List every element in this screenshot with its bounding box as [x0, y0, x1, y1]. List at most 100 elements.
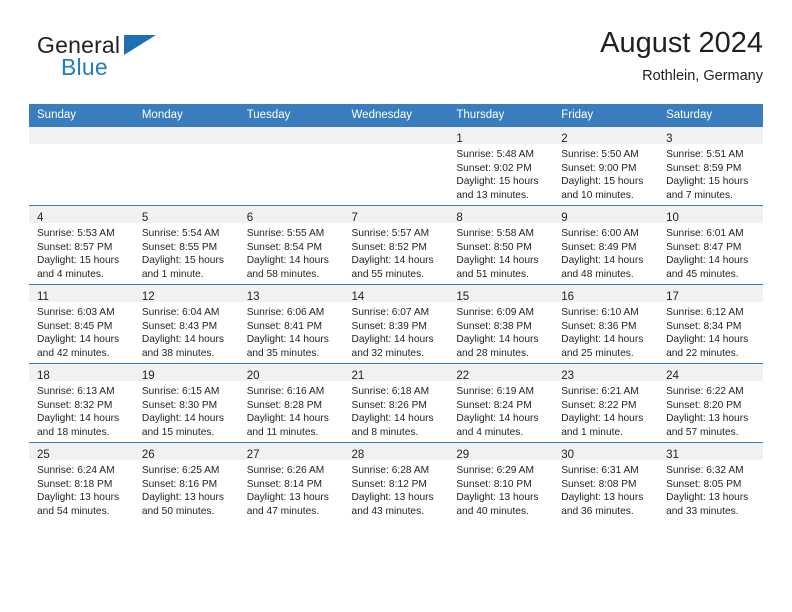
sunrise-text: Sunrise: 6:03 AM — [37, 307, 115, 318]
calendar-day-cell[interactable]: 9 Sunrise: 6:00 AM Sunset: 8:49 PM Daylight… — [553, 205, 659, 285]
calendar-day-cell[interactable]: 16 Sunrise: 6:10 AM Sunset: 8:36 PM Dayligh… — [553, 284, 659, 364]
day-cell-inner: 1 Sunrise: 5:48 AM Sunset: 9:02 PM Daylight… — [448, 127, 554, 205]
day-number: 26 — [141, 449, 155, 461]
calendar-day-cell-empty — [343, 126, 449, 206]
calendar-day-cell[interactable]: 8 Sunrise: 5:58 AM Sunset: 8:50 PM Daylight… — [448, 205, 554, 285]
day-number: 18 — [37, 370, 50, 382]
day-number: 13 — [246, 291, 260, 303]
sunrise-text: Sunrise: 6:12 AM — [666, 307, 744, 318]
calendar-day-cell[interactable]: 24 Sunrise: 6:22 AM Sunset: 8:20 PM Dayligh… — [658, 363, 763, 443]
calendar-day-cell[interactable]: 31 Sunrise: 6:32 AM Sunset: 8:05 PM Dayligh… — [658, 442, 763, 521]
sunset-text: Sunset: 8:18 PM — [37, 478, 113, 490]
calendar-day-cell[interactable]: 14 Sunrise: 6:07 AM Sunset: 8:39 PM Dayligh… — [343, 284, 449, 364]
day-cell-details: Sunrise: 5:55 AM Sunset: 8:54 PM Daylight:… — [239, 223, 344, 281]
calendar-day-cell[interactable]: 5 Sunrise: 5:54 AM Sunset: 8:55 PM Daylight… — [133, 205, 239, 285]
calendar-day-cell[interactable]: 6 Sunrise: 5:55 AM Sunset: 8:54 PM Daylight… — [238, 205, 344, 285]
sunrise-text: Sunrise: 5:58 AM — [456, 228, 534, 239]
sunrise-text: Sunrise: 5:57 AM — [351, 228, 430, 239]
day-number: 20 — [246, 370, 260, 382]
day-number: 21 — [351, 370, 365, 382]
calendar-day-cell[interactable]: 20 Sunrise: 6:16 AM Sunset: 8:28 PM Dayligh… — [238, 363, 344, 443]
daylight-text-line2: and 8 minutes. — [351, 426, 419, 438]
daylight-text-line1: Daylight: 13 hours — [666, 492, 749, 504]
day-number: 2 — [561, 133, 568, 145]
calendar-day-cell[interactable]: 1 Sunrise: 5:48 AM Sunset: 9:02 PM Daylight… — [448, 126, 554, 206]
day-cell-inner — [343, 127, 449, 205]
daylight-text-line1: Daylight: 15 hours — [666, 176, 749, 188]
daylight-text-line2: and 22 minutes. — [666, 347, 739, 359]
day-number-strip: 8 — [448, 206, 554, 224]
daylight-text-line2: and 42 minutes. — [37, 347, 110, 359]
sunset-text: Sunset: 8:30 PM — [141, 399, 218, 411]
sunset-text: Sunset: 8:36 PM — [561, 320, 637, 332]
calendar-day-cell[interactable]: 12 Sunrise: 6:04 AM Sunset: 8:43 PM Dayligh… — [133, 284, 239, 364]
calendar-day-cell[interactable]: 27 Sunrise: 6:26 AM Sunset: 8:14 PM Dayligh… — [238, 442, 344, 521]
weekday-header-tuesday: Tuesday — [238, 104, 344, 127]
calendar-day-cell[interactable]: 19 Sunrise: 6:15 AM Sunset: 8:30 PM Dayligh… — [133, 363, 239, 443]
calendar-day-cell[interactable]: 17 Sunrise: 6:12 AM Sunset: 8:34 PM Dayligh… — [658, 284, 763, 364]
weekday-header-thursday: Thursday — [448, 104, 554, 127]
daylight-text-line2: and 38 minutes. — [141, 347, 215, 359]
sunset-text: Sunset: 8:52 PM — [351, 241, 427, 253]
sunset-text: Sunset: 8:05 PM — [666, 478, 742, 490]
day-number-strip — [29, 127, 134, 144]
daylight-text-line2: and 55 minutes. — [351, 268, 425, 280]
day-cell-inner: 18 Sunrise: 6:13 AM Sunset: 8:32 PM Dayligh… — [29, 364, 134, 442]
calendar-day-cell[interactable]: 21 Sunrise: 6:18 AM Sunset: 8:26 PM Dayligh… — [343, 363, 449, 443]
calendar-day-cell[interactable]: 3 Sunrise: 5:51 AM Sunset: 8:59 PM Daylight… — [658, 126, 763, 206]
calendar-day-cell[interactable]: 4 Sunrise: 5:53 AM Sunset: 8:57 PM Daylight… — [29, 205, 134, 285]
day-number: 9 — [561, 212, 568, 224]
day-number-strip: 5 — [133, 206, 239, 224]
day-cell-inner: 16 Sunrise: 6:10 AM Sunset: 8:36 PM Dayligh… — [553, 285, 659, 363]
sunset-text: Sunset: 8:59 PM — [666, 162, 742, 174]
sunset-text: Sunset: 8:43 PM — [141, 320, 218, 332]
calendar-day-cell[interactable]: 13 Sunrise: 6:06 AM Sunset: 8:41 PM Dayligh… — [238, 284, 344, 364]
day-cell-inner: 5 Sunrise: 5:54 AM Sunset: 8:55 PM Daylight… — [133, 206, 239, 284]
day-cell-inner: 10 Sunrise: 6:01 AM Sunset: 8:47 PM Dayligh… — [658, 206, 763, 284]
calendar-day-cell[interactable]: 25 Sunrise: 6:24 AM Sunset: 8:18 PM Dayligh… — [29, 442, 134, 521]
day-number: 8 — [456, 212, 463, 224]
day-number: 15 — [456, 291, 470, 303]
calendar-day-cell[interactable]: 30 Sunrise: 6:31 AM Sunset: 8:08 PM Dayligh… — [553, 442, 659, 521]
sunset-text: Sunset: 8:49 PM — [561, 241, 637, 253]
day-cell-inner: 24 Sunrise: 6:22 AM Sunset: 8:20 PM Dayligh… — [658, 364, 763, 442]
sunset-text: Sunset: 8:47 PM — [666, 241, 742, 253]
daylight-text-line2: and 4 minutes. — [456, 426, 524, 438]
daylight-text-line2: and 28 minutes. — [456, 347, 529, 359]
calendar-week-row: 25 Sunrise: 6:24 AM Sunset: 8:18 PM Dayligh… — [29, 442, 763, 521]
day-cell-details: Sunrise: 6:09 AM Sunset: 8:38 PM Daylight:… — [448, 302, 553, 360]
day-cell-details: Sunrise: 6:16 AM Sunset: 8:28 PM Daylight:… — [239, 381, 344, 439]
day-number-strip: 30 — [553, 443, 659, 461]
calendar-day-cell[interactable]: 10 Sunrise: 6:01 AM Sunset: 8:47 PM Dayligh… — [658, 205, 763, 285]
calendar-day-cell[interactable]: 29 Sunrise: 6:29 AM Sunset: 8:10 PM Dayligh… — [448, 442, 554, 521]
daylight-text-line1: Daylight: 15 hours — [37, 255, 120, 267]
day-number: 5 — [141, 212, 149, 224]
sunrise-text: Sunrise: 5:55 AM — [246, 228, 325, 239]
day-cell-details: Sunrise: 6:13 AM Sunset: 8:32 PM Daylight:… — [29, 381, 134, 439]
general-blue-logo[interactable]: General Blue — [29, 32, 249, 94]
day-number-strip: 18 — [29, 364, 134, 382]
day-cell-inner: 2 Sunrise: 5:50 AM Sunset: 9:00 PM Daylight… — [553, 127, 659, 205]
day-cell-inner: 22 Sunrise: 6:19 AM Sunset: 8:24 PM Dayligh… — [448, 364, 554, 442]
calendar-day-cell[interactable]: 2 Sunrise: 5:50 AM Sunset: 9:00 PM Daylight… — [553, 126, 659, 206]
sunset-text: Sunset: 9:02 PM — [456, 162, 532, 174]
day-cell-details: Sunrise: 6:32 AM Sunset: 8:05 PM Daylight:… — [658, 460, 763, 518]
day-cell-inner: 9 Sunrise: 6:00 AM Sunset: 8:49 PM Daylight… — [553, 206, 659, 284]
daylight-text-line2: and 25 minutes. — [561, 347, 634, 359]
calendar-day-cell[interactable]: 11 Sunrise: 6:03 AM Sunset: 8:45 PM Dayligh… — [29, 284, 134, 364]
calendar-day-cell[interactable]: 22 Sunrise: 6:19 AM Sunset: 8:24 PM Dayligh… — [448, 363, 554, 443]
day-cell-inner: 7 Sunrise: 5:57 AM Sunset: 8:52 PM Daylight… — [343, 206, 449, 284]
day-cell-inner: 30 Sunrise: 6:31 AM Sunset: 8:08 PM Dayligh… — [553, 443, 659, 521]
day-number-strip: 16 — [553, 285, 659, 303]
calendar-day-cell[interactable]: 26 Sunrise: 6:25 AM Sunset: 8:16 PM Dayligh… — [133, 442, 239, 521]
day-number-strip: 24 — [658, 364, 763, 382]
calendar-day-cell[interactable]: 15 Sunrise: 6:09 AM Sunset: 8:38 PM Dayligh… — [448, 284, 554, 364]
calendar-day-cell[interactable]: 28 Sunrise: 6:28 AM Sunset: 8:12 PM Dayligh… — [343, 442, 449, 521]
sunrise-text: Sunrise: 5:50 AM — [561, 149, 639, 160]
daylight-text-line1: Daylight: 14 hours — [246, 334, 329, 346]
calendar-day-cell[interactable]: 23 Sunrise: 6:21 AM Sunset: 8:22 PM Dayligh… — [553, 363, 659, 443]
calendar-day-cell[interactable]: 7 Sunrise: 5:57 AM Sunset: 8:52 PM Daylight… — [343, 205, 449, 285]
calendar-day-cell[interactable]: 18 Sunrise: 6:13 AM Sunset: 8:32 PM Dayligh… — [29, 363, 134, 443]
day-number-strip: 4 — [29, 206, 134, 224]
sunset-text: Sunset: 8:16 PM — [141, 478, 218, 490]
